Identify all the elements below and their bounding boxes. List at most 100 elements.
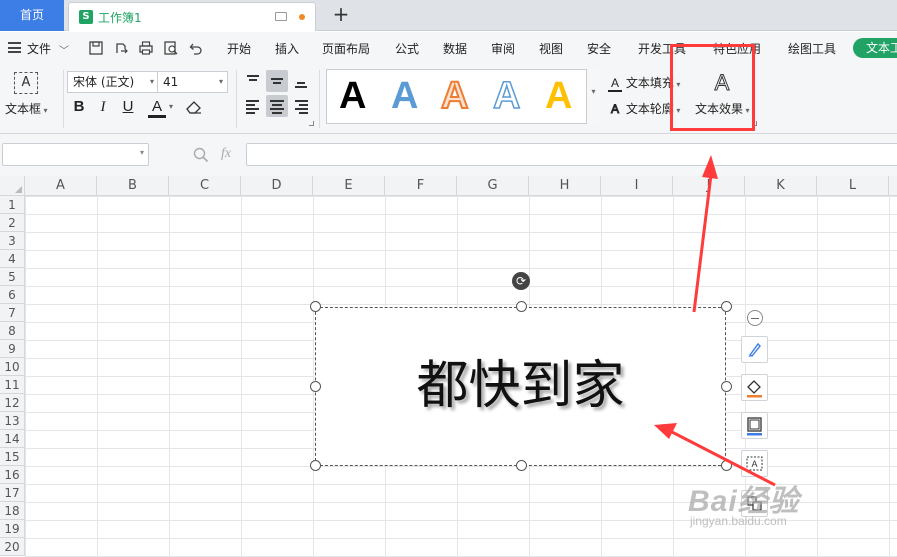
menu-security[interactable]: 安全 (587, 40, 611, 57)
row-header[interactable]: 11 (0, 376, 25, 394)
align-bottom-button[interactable] (290, 70, 312, 92)
column-header[interactable]: E (313, 176, 385, 196)
row-header[interactable]: 9 (0, 340, 25, 358)
row-header[interactable]: 3 (0, 232, 25, 250)
style-preset-blue-outline[interactable]: A (492, 74, 521, 118)
row-header[interactable]: 13 (0, 412, 25, 430)
resize-handle-top-left[interactable] (310, 301, 321, 312)
style-preset-orange-outline[interactable]: A (440, 74, 469, 118)
print-preview-icon[interactable] (164, 41, 178, 55)
hamburger-icon[interactable] (8, 42, 21, 53)
print-icon[interactable] (139, 41, 153, 55)
column-header[interactable]: I (601, 176, 673, 196)
bold-button[interactable]: B (70, 98, 88, 116)
menu-insert[interactable]: 插入 (275, 40, 299, 57)
row-header[interactable]: 17 (0, 484, 25, 502)
divider (236, 70, 237, 128)
font-size-select[interactable]: 41 ▾ (157, 71, 228, 93)
align-right-button[interactable] (290, 95, 312, 117)
align-left-button[interactable] (242, 95, 264, 117)
row-header[interactable]: 7 (0, 304, 25, 322)
column-header[interactable]: G (457, 176, 529, 196)
underline-button[interactable]: U (119, 98, 137, 116)
column-header[interactable]: K (745, 176, 817, 196)
resize-handle-left[interactable] (310, 381, 321, 392)
text-style-gallery: A A A A A (326, 69, 600, 124)
row-header[interactable]: 14 (0, 430, 25, 448)
menu-data[interactable]: 数据 (443, 40, 467, 57)
menu-file[interactable]: 文件 (27, 40, 51, 57)
column-header[interactable]: D (241, 176, 313, 196)
row-header[interactable]: 18 (0, 502, 25, 520)
collapse-toolbar-icon[interactable] (747, 310, 763, 326)
menu-formulas[interactable]: 公式 (395, 40, 419, 57)
chevron-down-icon[interactable]: ▾ (169, 102, 173, 111)
column-header[interactable]: H (529, 176, 601, 196)
row-header[interactable]: 10 (0, 358, 25, 376)
shape-fill-button[interactable] (741, 374, 768, 401)
rotate-handle-icon[interactable]: ⟳ (512, 272, 530, 290)
align-top-button[interactable] (242, 70, 264, 92)
eraser-icon[interactable] (185, 99, 203, 118)
row-header[interactable]: 15 (0, 448, 25, 466)
new-tab-button[interactable]: + (330, 3, 352, 27)
menu-view[interactable]: 视图 (539, 40, 563, 57)
font-name-select[interactable]: 宋体 (正文) ▾ (67, 71, 159, 93)
menu-start[interactable]: 开始 (227, 40, 251, 57)
tab-workbook[interactable]: S 工作簿1 (68, 2, 316, 31)
style-preset-blue[interactable]: A (391, 74, 418, 118)
gallery-more-button[interactable]: ▾ (586, 69, 600, 124)
menu-drawing-tools[interactable]: 绘图工具 (788, 40, 836, 57)
text-box-content[interactable]: 都快到家 (316, 346, 725, 426)
chevron-down-icon[interactable]: ﹀ (59, 42, 69, 57)
resize-handle-top-right[interactable] (721, 301, 732, 312)
row-header[interactable]: 16 (0, 466, 25, 484)
insert-function-button[interactable]: fx (221, 146, 231, 162)
resize-handle-bottom[interactable] (516, 460, 527, 471)
row-header[interactable]: 20 (0, 538, 25, 556)
resize-handle-top[interactable] (516, 301, 527, 312)
undo-icon[interactable] (189, 41, 203, 55)
text-wrap-button[interactable]: A (741, 450, 768, 477)
tab-home[interactable]: 首页 (0, 0, 64, 31)
textbox-button[interactable]: 文本框 ▾ (5, 100, 48, 117)
monitor-icon[interactable] (275, 12, 287, 21)
align-center-button[interactable] (266, 95, 288, 117)
column-header[interactable]: C (169, 176, 241, 196)
row-header[interactable]: 5 (0, 268, 25, 286)
align-middle-button[interactable] (266, 70, 288, 92)
name-box[interactable]: ▾ (2, 143, 149, 166)
resize-handle-bottom-right[interactable] (721, 460, 732, 471)
resize-handle-bottom-left[interactable] (310, 460, 321, 471)
shape-style-button[interactable] (741, 336, 768, 363)
menu-page-layout[interactable]: 页面布局 (322, 40, 370, 57)
column-header[interactable]: B (97, 176, 169, 196)
style-preset-gold[interactable]: A (545, 74, 572, 118)
resize-handle-right[interactable] (721, 381, 732, 392)
column-header[interactable]: A (25, 176, 97, 196)
italic-button[interactable]: I (94, 98, 112, 116)
select-all-corner[interactable] (0, 176, 25, 196)
row-header[interactable]: 2 (0, 214, 25, 232)
shape-outline-button[interactable] (741, 412, 768, 439)
column-header[interactable]: F (385, 176, 457, 196)
column-header[interactable]: L (817, 176, 889, 196)
menu-review[interactable]: 审阅 (491, 40, 515, 57)
row-header[interactable]: 19 (0, 520, 25, 538)
row-header[interactable]: 4 (0, 250, 25, 268)
textbox-icon[interactable]: A (14, 72, 38, 94)
export-icon[interactable] (114, 41, 128, 55)
row-header[interactable]: 6 (0, 286, 25, 304)
column-header[interactable]: J (673, 176, 745, 196)
dialog-launcher-icon[interactable] (309, 121, 314, 126)
zoom-formula-icon[interactable] (193, 147, 209, 166)
row-header[interactable]: 8 (0, 322, 25, 340)
font-color-button[interactable]: A (148, 98, 166, 118)
text-box-object[interactable]: 都快到家 (315, 307, 726, 466)
row-header[interactable]: 12 (0, 394, 25, 412)
style-preset-black[interactable]: A (339, 74, 366, 118)
formula-input[interactable] (246, 143, 897, 166)
row-header[interactable]: 1 (0, 196, 25, 214)
menu-text-tools[interactable]: 文本工具 (853, 38, 897, 58)
save-icon[interactable] (89, 41, 103, 55)
